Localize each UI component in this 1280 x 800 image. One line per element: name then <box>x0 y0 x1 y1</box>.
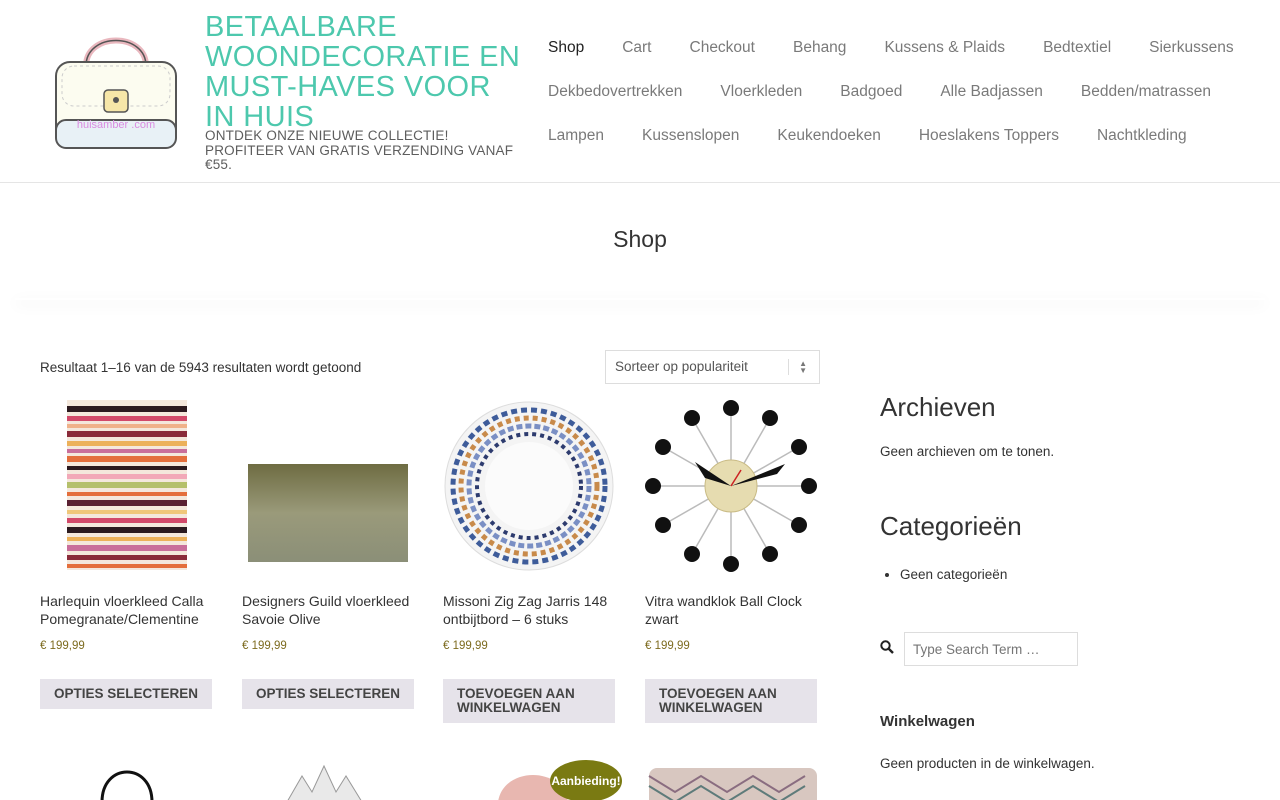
categories-list: Geen categorieën <box>900 567 1007 582</box>
nav-item-bedden-matrassen[interactable]: Bedden/matrassen <box>1081 83 1211 101</box>
striped-rug-image[interactable] <box>40 400 215 575</box>
nav-item-kussens-plaids[interactable]: Kussens & Plaids <box>884 39 1005 57</box>
categories-title: Categorieën <box>880 511 1022 541</box>
search-icon[interactable] <box>880 640 894 659</box>
bag-image[interactable] <box>40 762 215 800</box>
page-title-band: Shop <box>0 184 1280 300</box>
result-count: Resultaat 1–16 van de 5943 resultaten wo… <box>40 360 362 375</box>
site-title[interactable]: BETAALBARE WOONDECORATIE EN MUST-HAVES V… <box>205 12 525 132</box>
categories-empty-item: Geen categorieën <box>900 567 1007 582</box>
nav-item-lampen[interactable]: Lampen <box>548 127 604 145</box>
product-name[interactable]: Designers Guild vloerkleed Savoie Olive <box>242 592 422 628</box>
archives-title: Archieven <box>880 392 996 422</box>
nav-item-alle-badjassen[interactable]: Alle Badjassen <box>940 83 1043 101</box>
product-card: Vitra wandklok Ball Clock zwart € 199,99… <box>645 400 820 730</box>
page-title: Shop <box>613 226 667 252</box>
nav-item-sierkussens[interactable]: Sierkussens <box>1149 39 1233 57</box>
product-price: € 199,99 <box>40 640 85 652</box>
product-name[interactable]: Vitra wandklok Ball Clock zwart <box>645 592 825 628</box>
nav-item-shop[interactable]: Shop <box>548 39 584 57</box>
nav-item-behang[interactable]: Behang <box>793 39 846 57</box>
ball-clock-image[interactable] <box>645 400 820 575</box>
band-shadow <box>15 298 1265 300</box>
site-logo[interactable]: huisamber .com <box>50 28 182 152</box>
product-card: Designers Guild vloerkleed Savoie Olive … <box>242 400 417 730</box>
product-price: € 199,99 <box>242 640 287 652</box>
product-card: Missoni Zig Zag Jarris 148 ontbijtbord –… <box>443 400 618 730</box>
site-header: huisamber .com BETAALBARE WOONDECORATIE … <box>0 0 1280 183</box>
add-to-cart-button[interactable]: TOEVOEGEN AAN WINKELWAGEN <box>443 679 615 723</box>
product-price: € 199,99 <box>645 640 690 652</box>
zigzag-plate-image[interactable] <box>443 400 618 575</box>
nav-row-2: Dekbedovertrekken Vloerkleden Badgoed Al… <box>548 70 1248 114</box>
sort-dropdown[interactable]: Sorteer op populariteit ▲ ▼ <box>605 350 820 384</box>
select-options-button[interactable]: OPTIES SELECTEREN <box>40 679 213 709</box>
patterned-cushion-image[interactable] <box>645 762 820 800</box>
product-card: Harlequin vloerkleed Calla Pomegranate/C… <box>40 400 215 730</box>
nav-item-checkout[interactable]: Checkout <box>690 39 755 57</box>
nav-row-1: Shop Cart Checkout Behang Kussens & Plai… <box>548 26 1248 70</box>
nav-item-badgoed[interactable]: Badgoed <box>840 83 902 101</box>
cart-empty-text: Geen producten in de winkelwagen. <box>880 756 1095 771</box>
nav-item-vloerkleden[interactable]: Vloerkleden <box>720 83 802 101</box>
product-name[interactable]: Missoni Zig Zag Jarris 148 ontbijtbord –… <box>443 592 623 628</box>
nav-item-hoeslakens-toppers[interactable]: Hoeslakens Toppers <box>919 127 1059 145</box>
star-lamp-image[interactable] <box>242 762 417 800</box>
add-to-cart-button[interactable]: TOEVOEGEN AAN WINKELWAGEN <box>645 679 817 723</box>
sale-badge: Aanbieding! <box>550 760 622 800</box>
product-name[interactable]: Harlequin vloerkleed Calla Pomegranate/C… <box>40 592 220 628</box>
nav-item-kussenslopen[interactable]: Kussenslopen <box>642 127 739 145</box>
nav-item-cart[interactable]: Cart <box>622 39 651 57</box>
nav-item-bedtextiel[interactable]: Bedtextiel <box>1043 39 1111 57</box>
nav-item-dekbedovertrekken[interactable]: Dekbedovertrekken <box>548 83 682 101</box>
sort-label: Sorteer op populariteit <box>615 359 748 374</box>
nav-item-nachtkleding[interactable]: Nachtkleding <box>1097 127 1187 145</box>
nav-item-keukendoeken[interactable]: Keukendoeken <box>777 127 880 145</box>
archives-empty-text: Geen archieven om te tonen. <box>880 444 1055 459</box>
updown-arrow-icon: ▲ ▼ <box>799 359 807 375</box>
site-description: ONTDEK ONZE NIEUWE COLLECTIE! PROFITEER … <box>205 128 514 172</box>
search-input[interactable] <box>904 632 1078 666</box>
logo-text: huisamber .com <box>77 119 155 131</box>
main-navigation: Shop Cart Checkout Behang Kussens & Plai… <box>548 26 1248 158</box>
cart-widget-title: Winkelwagen <box>880 713 975 730</box>
sort-divider <box>788 359 789 375</box>
olive-rug-image[interactable] <box>242 400 417 575</box>
select-options-button[interactable]: OPTIES SELECTEREN <box>242 679 415 709</box>
product-price: € 199,99 <box>443 640 488 652</box>
nav-row-3: Lampen Kussenslopen Keukendoeken Hoeslak… <box>548 114 1248 158</box>
